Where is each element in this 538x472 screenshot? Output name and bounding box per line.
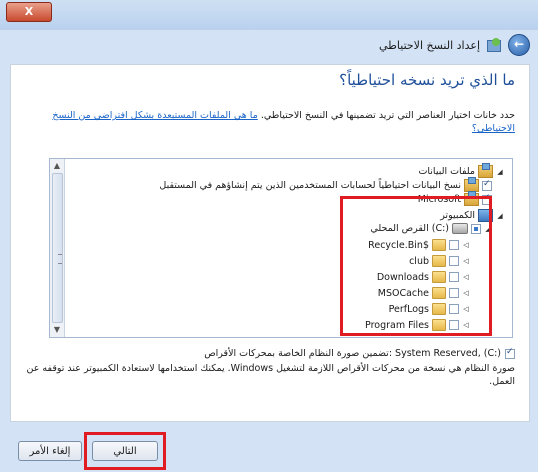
libraries-label: ملفات البيانات	[418, 166, 475, 177]
collapse-icon[interactable]: ◢	[496, 212, 504, 220]
breadcrumb: ← إعداد النسخ الاحتياطي	[379, 34, 530, 56]
folders-highlight	[340, 196, 492, 336]
scrollbar-thumb[interactable]	[52, 173, 63, 323]
system-image-description: صورة النظام هي نسخة من محركات الأقراص ال…	[26, 363, 516, 387]
page-title: ما الذي تريد نسخه احتياطياً؟	[339, 71, 515, 89]
next-button-highlight	[84, 432, 166, 470]
scroll-up-icon[interactable]: ▲	[52, 161, 62, 171]
intro-text: حدد خانات اختيار العناصر التي تريد تضمين…	[15, 109, 515, 135]
user-libraries-checkbox[interactable]	[482, 179, 492, 191]
vertical-scrollbar[interactable]: ▲ ▼	[50, 159, 65, 337]
wizard-title: إعداد النسخ الاحتياطي	[378, 38, 480, 52]
libraries-icon	[478, 163, 493, 178]
cancel-button[interactable]: إلغاء الأمر	[18, 441, 82, 461]
grip-icon	[58, 254, 62, 264]
tree-item-user-libraries[interactable]: نسخ البيانات احتياطياً لحسابات المستخدمي…	[159, 177, 492, 192]
close-button[interactable]: X	[6, 2, 52, 22]
title-bar: X	[0, 0, 538, 30]
system-image-checkbox[interactable]	[505, 347, 515, 359]
system-image-label: تضمين صورة النظام الخاصة بمحركات الأقراص…	[204, 348, 501, 359]
scroll-down-icon[interactable]: ▼	[52, 325, 62, 335]
backup-wizard-window: X ← إعداد النسخ الاحتياطي ما الذي تريد ن…	[0, 0, 538, 472]
back-arrow-icon[interactable]: ←	[508, 34, 530, 56]
backup-icon	[486, 38, 502, 52]
tree-item-libraries[interactable]: ◢ ملفات البيانات	[418, 163, 504, 178]
collapse-icon[interactable]: ◢	[496, 168, 504, 176]
intro-instruction: حدد خانات اختيار العناصر التي تريد تضمين…	[260, 110, 515, 121]
user-libraries-label: نسخ البيانات احتياطياً لحسابات المستخدمي…	[159, 180, 461, 191]
system-image-option[interactable]: تضمين صورة النظام الخاصة بمحركات الأقراص…	[204, 347, 515, 359]
